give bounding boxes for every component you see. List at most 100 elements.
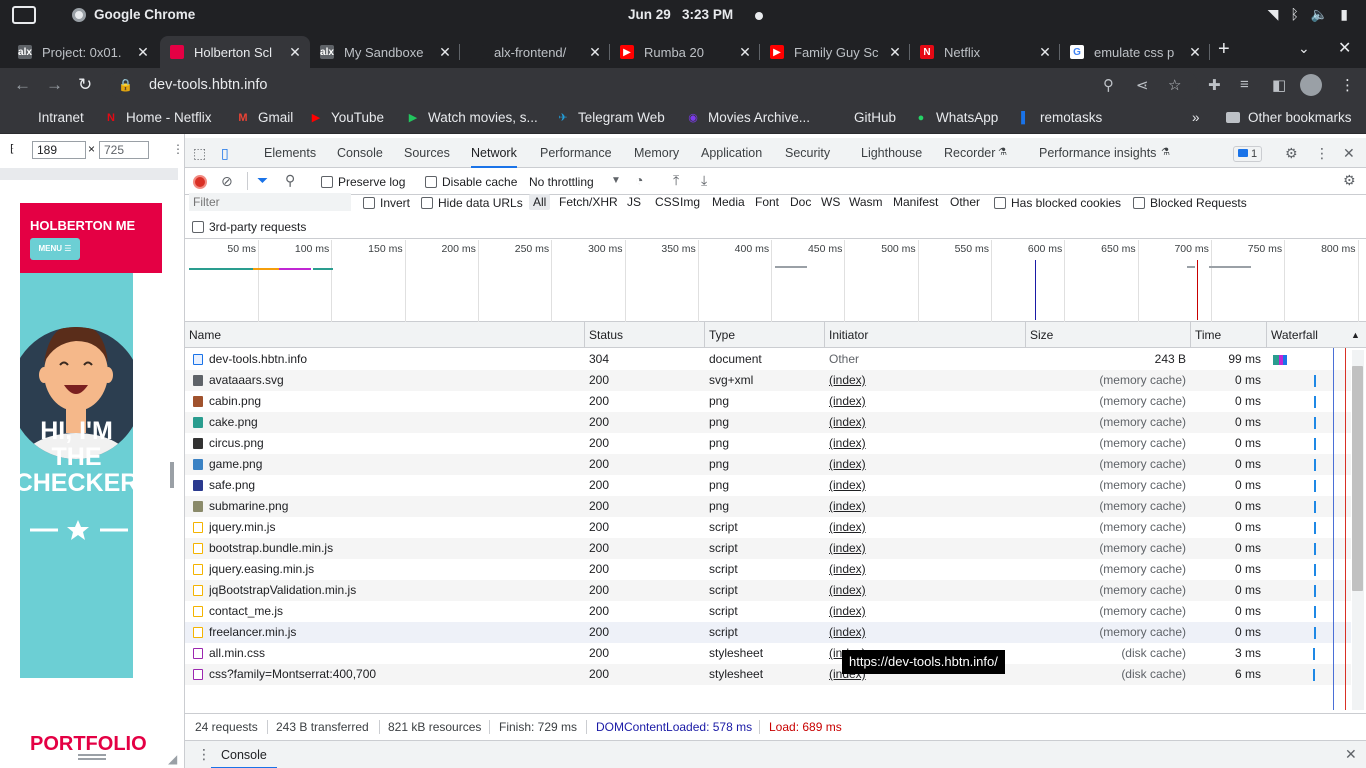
browser-tab[interactable]: ▶ Rumba 20 ✕	[610, 36, 760, 68]
filter-icon[interactable]: ⏷	[257, 172, 268, 189]
blocked-requests-box[interactable]	[1133, 197, 1145, 209]
close-window-icon[interactable]: ✕	[1338, 38, 1351, 58]
request-initiator[interactable]: (index)	[829, 496, 1019, 517]
request-name[interactable]: contact_me.js	[209, 601, 579, 622]
request-name[interactable]: jquery.easing.min.js	[209, 559, 579, 580]
browser-tab[interactable]: ▶ Family Guy Sc ✕	[760, 36, 910, 68]
search-icon[interactable]: ⚲	[285, 172, 295, 189]
wifi-icon[interactable]: ◥	[1268, 6, 1279, 23]
close-devtools-icon[interactable]: ✕	[1343, 145, 1355, 162]
request-initiator[interactable]: (index)	[829, 412, 1019, 433]
bookmark-item[interactable]: ● WhatsApp	[914, 110, 999, 125]
bluetooth-icon[interactable]: ᛒ	[1290, 6, 1298, 23]
media-query-bar[interactable]	[0, 168, 178, 180]
disable-cache-checkbox[interactable]: Disable cache	[425, 175, 517, 189]
site-menu-button[interactable]: MENU ☰	[30, 238, 80, 260]
column-header-initiator[interactable]: Initiator	[824, 322, 1025, 348]
request-initiator[interactable]: (index)	[829, 538, 1019, 559]
devtools-tab[interactable]: Security	[785, 138, 830, 168]
request-name[interactable]: cake.png	[209, 412, 579, 433]
type-filter[interactable]: Doc	[790, 195, 811, 209]
zoom-icon[interactable]: ⚲	[1103, 76, 1114, 94]
bookmark-item[interactable]: N Home - Netflix	[104, 110, 212, 125]
close-tab-icon[interactable]: ✕	[436, 44, 454, 61]
device-height-input[interactable]	[99, 141, 149, 159]
devtools-tab[interactable]: Memory	[634, 138, 679, 168]
third-party-checkbox[interactable]: 3rd-party requests	[192, 220, 306, 234]
browser-tab[interactable]: Holberton Scl ✕	[160, 36, 310, 68]
close-drawer-icon[interactable]: ✕	[1345, 746, 1357, 763]
request-initiator[interactable]: (index)	[829, 622, 1019, 643]
extensions-icon[interactable]: ✚	[1208, 76, 1221, 94]
profile-avatar[interactable]	[1300, 74, 1322, 96]
device-width-input[interactable]	[32, 141, 86, 159]
media-icon[interactable]: ≡	[1240, 76, 1249, 93]
request-name[interactable]: jquery.min.js	[209, 517, 579, 538]
request-name[interactable]: all.min.css	[209, 643, 579, 664]
network-settings-icon[interactable]: ⚙	[1343, 172, 1356, 189]
back-icon[interactable]: ←	[14, 75, 31, 95]
column-header-time[interactable]: Time	[1190, 322, 1266, 348]
request-row[interactable]: freelancer.min.js 200 script (index) (memory…	[185, 622, 1351, 643]
request-name[interactable]: game.png	[209, 454, 579, 475]
bookmark-item[interactable]: ▌ remotasks	[1018, 110, 1102, 125]
devtools-tab[interactable]: Lighthouse	[861, 138, 922, 168]
request-name[interactable]: circus.png	[209, 433, 579, 454]
close-tab-icon[interactable]: ✕	[1036, 44, 1054, 61]
throttling-chevron-icon[interactable]: ▼	[611, 175, 621, 186]
request-initiator[interactable]: (index)	[829, 475, 1019, 496]
column-header-type[interactable]: Type	[704, 322, 824, 348]
sort-ascending-icon[interactable]: ▲	[1347, 322, 1360, 348]
filter-input[interactable]	[189, 193, 351, 211]
request-name[interactable]: freelancer.min.js	[209, 622, 579, 643]
request-initiator[interactable]: (index)	[829, 517, 1019, 538]
type-filter[interactable]: Manifest	[893, 195, 938, 209]
site-brand[interactable]: HOLBERTON ME	[30, 218, 135, 233]
side-panel-icon[interactable]: ◧	[1272, 76, 1286, 94]
clear-icon[interactable]: ⊘	[221, 173, 233, 190]
request-initiator[interactable]: (index)	[829, 601, 1019, 622]
request-initiator[interactable]: (index)	[829, 370, 1019, 391]
request-name[interactable]: submarine.png	[209, 496, 579, 517]
request-name[interactable]: avataaars.svg	[209, 370, 579, 391]
other-bookmarks[interactable]: Other bookmarks	[1226, 110, 1352, 125]
system-tray[interactable]: ◥ ᛒ 🔈 ▮	[1268, 6, 1348, 23]
bookmark-item[interactable]: ✈ Telegram Web	[556, 110, 664, 125]
close-tab-icon[interactable]: ✕	[586, 44, 604, 61]
request-row[interactable]: dev-tools.hbtn.info 304 document Other 243 B…	[185, 349, 1351, 370]
network-overview[interactable]: 50 ms 100 ms 150 ms 200 ms 250 ms 300 ms 350 m…	[185, 240, 1366, 322]
export-har-icon[interactable]: ⤓	[701, 172, 707, 189]
preserve-log-box[interactable]	[321, 176, 333, 188]
clock[interactable]: Jun 29 3:23 PM	[628, 7, 733, 22]
bookmarks-overflow-icon[interactable]: »	[1192, 110, 1200, 125]
drawer-menu-icon[interactable]: ⋮	[197, 746, 211, 763]
request-initiator[interactable]: (index)	[829, 391, 1019, 412]
type-filter[interactable]: JS	[627, 195, 641, 209]
inspect-element-icon[interactable]: ⬚	[193, 145, 206, 162]
type-filter[interactable]: Media	[712, 195, 745, 209]
bookmark-item[interactable]: ▶ YouTube	[309, 110, 384, 125]
request-initiator[interactable]: (index)	[829, 454, 1019, 475]
browser-tab[interactable]: alx My Sandboxe ✕	[310, 36, 460, 68]
issues-badge[interactable]: 1	[1233, 146, 1263, 162]
type-filter[interactable]: Img	[680, 195, 700, 209]
request-row[interactable]: avataaars.svg 200 svg+xml (index) (memory ca…	[185, 370, 1351, 391]
devtools-tab[interactable]: Performance	[540, 138, 612, 168]
request-row[interactable]: bootstrap.bundle.min.js 200 script (index) (…	[185, 538, 1351, 559]
bookmark-star-icon[interactable]: ☆	[1168, 76, 1181, 94]
request-name[interactable]: jqBootstrapValidation.min.js	[209, 580, 579, 601]
new-tab-button[interactable]: +	[1218, 38, 1230, 61]
bookmark-item[interactable]: Intranet	[16, 110, 84, 125]
column-header-status[interactable]: Status	[584, 322, 704, 348]
viewport-resize-handle[interactable]	[170, 462, 174, 488]
import-har-icon[interactable]: ⤒	[673, 172, 679, 189]
launcher-icon[interactable]	[12, 6, 36, 24]
browser-tab[interactable]: N Netflix ✕	[910, 36, 1060, 68]
lock-icon[interactable]: 🔒	[118, 78, 133, 92]
bookmark-item[interactable]: ▶ Watch movies, s...	[406, 110, 538, 125]
column-header-size[interactable]: Size	[1025, 322, 1190, 348]
invert-checkbox[interactable]: Invert	[363, 196, 410, 210]
request-row[interactable]: jquery.min.js 200 script (index) (memory cac…	[185, 517, 1351, 538]
close-tab-icon[interactable]: ✕	[886, 44, 904, 61]
bookmark-item[interactable]: GitHub	[832, 110, 896, 125]
